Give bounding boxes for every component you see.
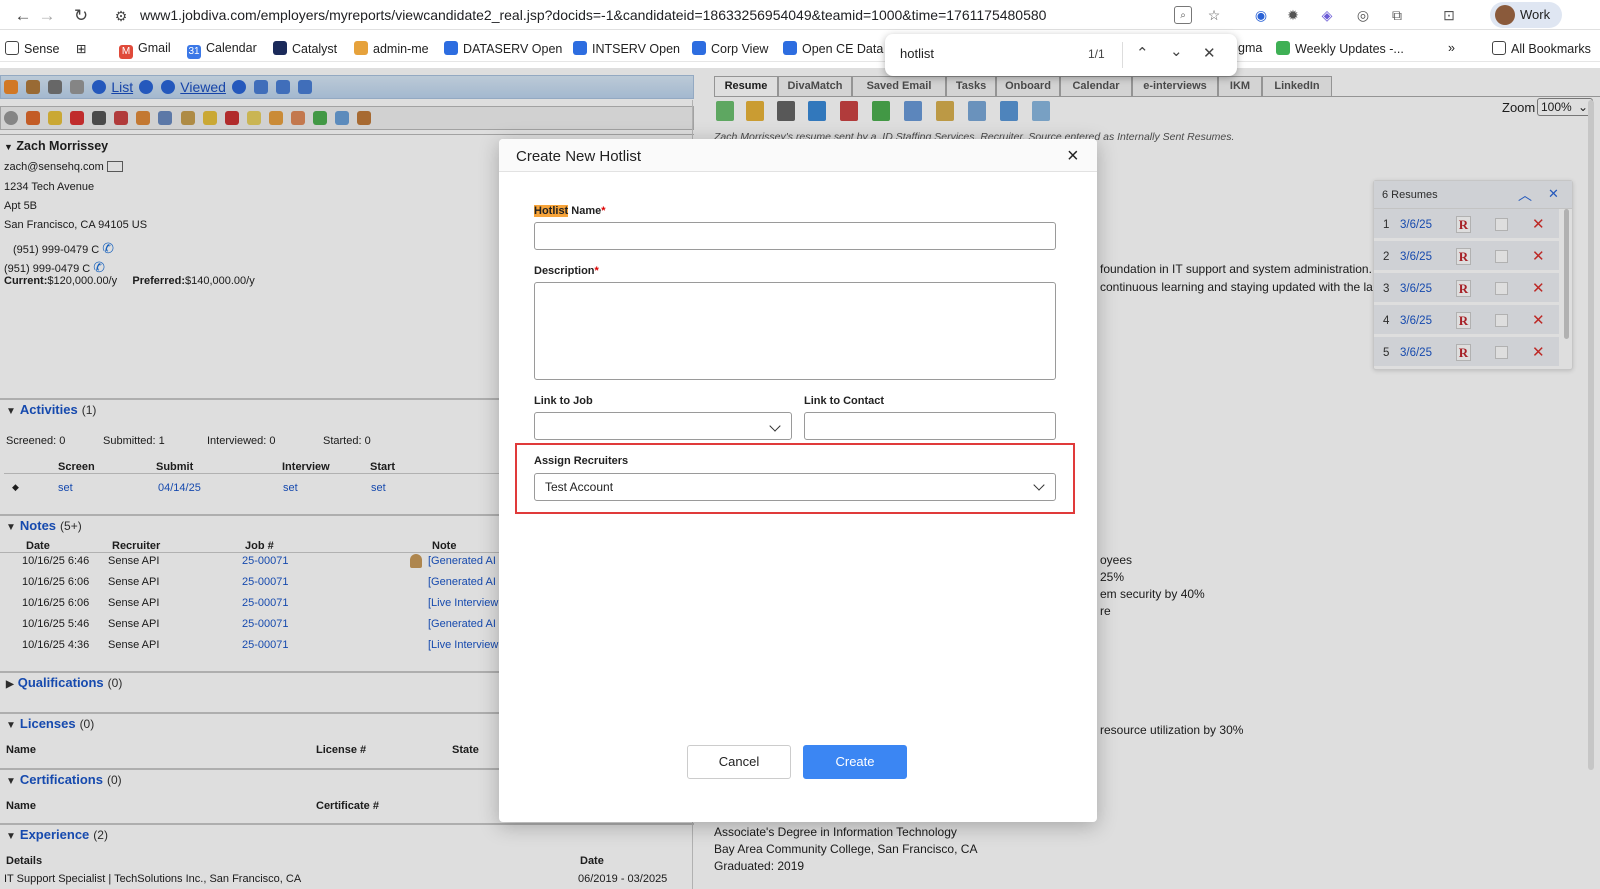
bookmark-catalyst[interactable]: Catalyst (273, 41, 337, 56)
bookmark-gmail[interactable]: M Gmail (119, 41, 171, 59)
gmail-icon: M (119, 45, 133, 59)
find-input[interactable]: hotlist (900, 46, 934, 61)
cancel-button[interactable]: Cancel (687, 745, 791, 779)
extension-shield-icon[interactable]: ◈ (1318, 6, 1336, 24)
close-icon[interactable]: × (1067, 145, 1079, 168)
dialog-header: Create New Hotlist × (499, 139, 1097, 172)
reload-icon[interactable]: ↻ (70, 6, 92, 26)
bookmark-dataserv[interactable]: DATASERV Open (444, 41, 562, 56)
find-in-page-icon[interactable]: ⌕ (1174, 6, 1192, 24)
bookmark-corp-view[interactable]: Corp View (692, 41, 768, 56)
dialog-title: Create New Hotlist (516, 148, 642, 165)
bookmark-figma[interactable]: gma (1238, 41, 1262, 55)
back-arrow-icon[interactable]: ← (12, 6, 34, 26)
bookmark-calendar[interactable]: 31 Calendar (187, 41, 257, 59)
bookmarks-bar: Sense ⊞ M Gmail 31 Calendar Catalyst admin… (0, 36, 1600, 62)
jira-icon (692, 41, 706, 55)
find-bar: hotlist 1/1 ⌃ ⌄ ✕ (885, 34, 1237, 76)
extensions-puzzle-icon[interactable]: ⧉ (1388, 6, 1406, 24)
apps-grid-icon[interactable]: ⊞ (76, 41, 86, 56)
assign-recruiters-value: Test Account (545, 480, 614, 494)
catalyst-icon (273, 41, 287, 55)
site-info-icon[interactable]: ⚙ (110, 8, 132, 25)
find-previous-icon[interactable]: ⌃ (1136, 44, 1149, 62)
jira-icon (444, 41, 458, 55)
all-bookmarks[interactable]: All Bookmarks (1492, 41, 1591, 56)
divider (1122, 42, 1123, 68)
bookmark-open-ce-data[interactable]: Open CE Data (783, 41, 883, 56)
link-to-contact-input[interactable] (804, 412, 1056, 440)
create-button[interactable]: Create (803, 745, 907, 779)
more-bookmarks-icon[interactable]: » (1448, 41, 1455, 55)
forward-arrow-icon[interactable]: → (36, 6, 58, 26)
link-to-job-select[interactable] (534, 412, 792, 440)
calendar-icon: 31 (187, 45, 201, 59)
create-hotlist-dialog: Create New Hotlist × Hotlist Name* Descr… (499, 139, 1097, 822)
profile-button[interactable]: Work (1490, 2, 1562, 28)
link-to-contact-label: Link to Contact (804, 395, 885, 407)
folder-icon (5, 41, 19, 55)
assign-recruiters-label: Assign Recruiters (534, 455, 629, 467)
jira-icon (783, 41, 797, 55)
assign-recruiters-select[interactable]: Test Account (534, 473, 1056, 501)
extension-gear-icon[interactable]: ✹ (1284, 6, 1302, 24)
chevron-down-icon (769, 420, 781, 432)
password-manager-icon[interactable]: ◉ (1252, 6, 1270, 24)
bookmark-intserv[interactable]: INTSERV Open (573, 41, 680, 56)
avatar (1495, 5, 1515, 25)
find-count: 1/1 (1088, 47, 1105, 61)
browser-toolbar: ← → ↻ ⚙ www1.jobdiva.com/employers/myrep… (0, 0, 1600, 30)
hotlist-name-input[interactable] (534, 222, 1056, 250)
address-bar[interactable]: www1.jobdiva.com/employers/myreports/vie… (140, 7, 1046, 23)
chevron-down-icon (1033, 479, 1045, 491)
bookmark-sense[interactable]: Sense (5, 41, 59, 56)
find-close-icon[interactable]: ✕ (1203, 44, 1216, 62)
slack-icon (354, 41, 368, 55)
description-label: Description* (534, 265, 599, 277)
link-to-job-label: Link to Job (534, 395, 593, 407)
find-next-icon[interactable]: ⌄ (1170, 42, 1183, 60)
drive-icon (1276, 41, 1290, 55)
jira-icon (573, 41, 587, 55)
extension-cast-icon[interactable]: ◎ (1354, 6, 1372, 24)
hotlist-name-label: Hotlist Name* (534, 205, 606, 217)
description-textarea[interactable] (534, 282, 1056, 380)
bookmark-admin-me[interactable]: admin-me (354, 41, 429, 56)
bookmark-star-icon[interactable]: ☆ (1205, 6, 1223, 24)
bookmark-weekly-updates[interactable]: Weekly Updates -... (1276, 41, 1404, 56)
tab-search-icon[interactable]: ⊡ (1440, 6, 1458, 24)
folder-icon (1492, 41, 1506, 55)
